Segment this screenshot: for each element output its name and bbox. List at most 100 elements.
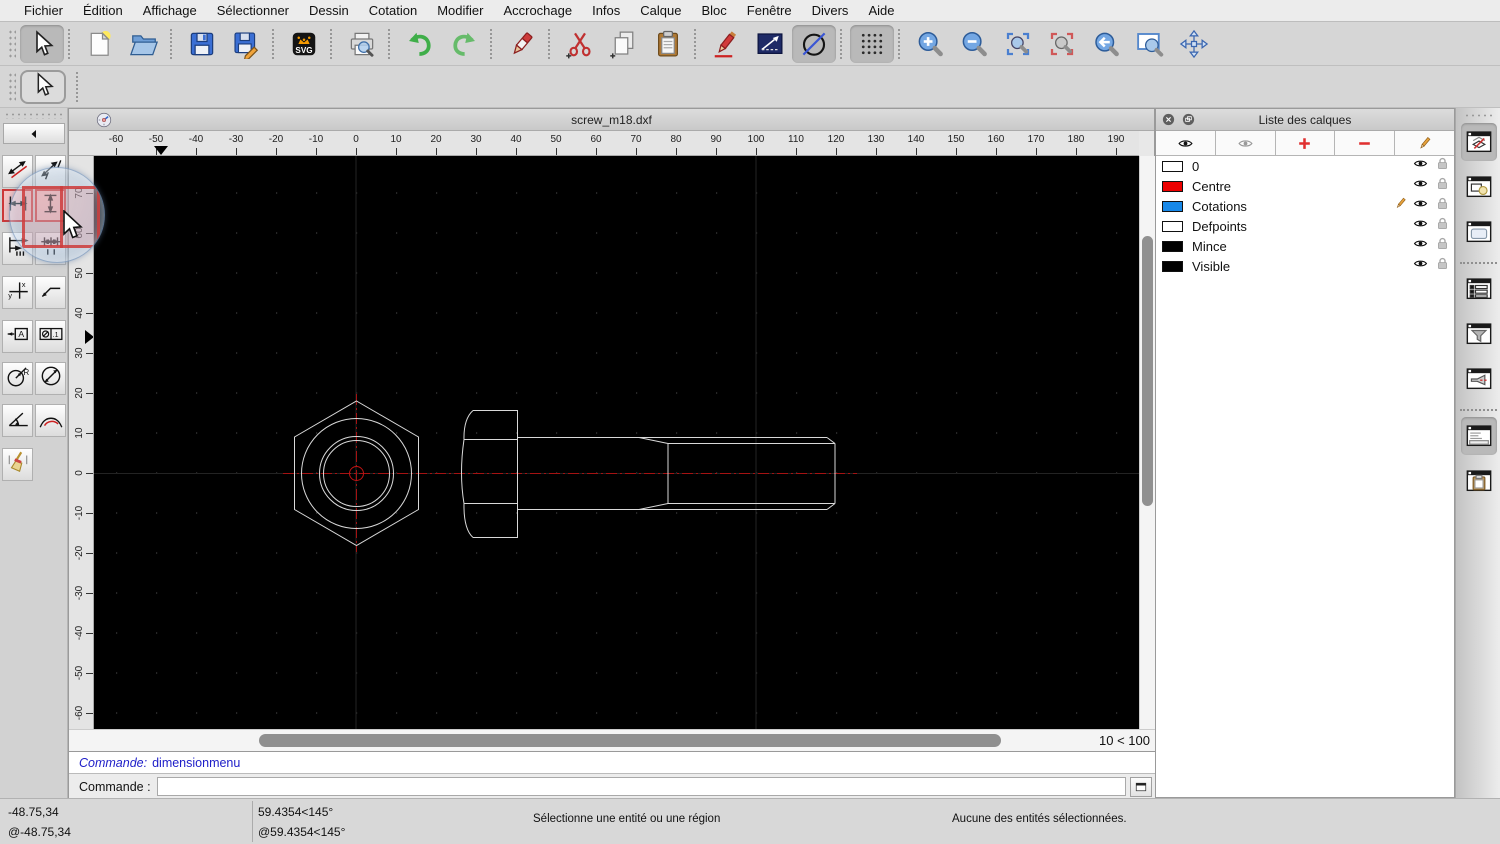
grid-toggle-button[interactable]: [850, 24, 894, 63]
drawing-canvas[interactable]: [94, 156, 1139, 729]
dim-radial-button[interactable]: R: [2, 362, 33, 395]
dock-drag-handle[interactable]: [4, 112, 62, 119]
menu-fichier[interactable]: Fichier: [14, 3, 73, 18]
select-tool-button[interactable]: [20, 70, 66, 104]
entity-list-panel-button[interactable]: [1461, 270, 1497, 308]
layer-visibility-eye-icon[interactable]: [1413, 256, 1428, 276]
layer-visibility-eye-icon[interactable]: [1413, 236, 1428, 256]
layer-visibility-eye-icon[interactable]: [1413, 156, 1428, 176]
command-line-panel-button[interactable]: [1461, 417, 1497, 455]
undo-button[interactable]: [398, 25, 442, 63]
draft-mode-button[interactable]: [792, 24, 836, 63]
zoom-out-button[interactable]: [952, 25, 996, 63]
cut-button[interactable]: [558, 25, 602, 63]
line-attributes-button[interactable]: [748, 25, 792, 63]
layer-visibility-eye-icon[interactable]: [1413, 196, 1428, 216]
layer-color-swatch[interactable]: [1162, 260, 1183, 272]
layer-row[interactable]: Defpoints: [1156, 216, 1454, 236]
menu-edition[interactable]: Édition: [73, 3, 133, 18]
layer-row[interactable]: Visible: [1156, 256, 1454, 276]
dim-arc-button[interactable]: [35, 404, 66, 437]
layer-list-panel-button[interactable]: [1461, 123, 1497, 161]
layer-lock-icon[interactable]: [1435, 176, 1450, 196]
layer-lock-icon[interactable]: [1435, 256, 1450, 276]
dim-diametric-button[interactable]: [35, 362, 66, 395]
layer-row[interactable]: Cotations: [1156, 196, 1454, 216]
menu-selectionner[interactable]: Sélectionner: [207, 3, 299, 18]
menu-calque[interactable]: Calque: [630, 3, 691, 18]
layer-lock-icon[interactable]: [1435, 196, 1450, 216]
zoom-window-button[interactable]: [1128, 25, 1172, 63]
layer-visibility-eye-icon[interactable]: [1413, 176, 1428, 196]
menu-aide[interactable]: Aide: [858, 3, 904, 18]
menu-cotation[interactable]: Cotation: [359, 3, 427, 18]
hide-all-layers-button[interactable]: [1216, 131, 1276, 155]
show-all-layers-button[interactable]: [1156, 131, 1216, 155]
dim-leader-button[interactable]: [35, 276, 66, 309]
line-attributes-icon: [755, 29, 785, 59]
drawing-window-titlebar[interactable]: screw_m18.dxf: [69, 109, 1154, 131]
back-button[interactable]: [3, 123, 65, 144]
layer-color-swatch[interactable]: [1162, 200, 1183, 212]
layer-row[interactable]: 0: [1156, 156, 1454, 176]
zoom-previous-button[interactable]: [1040, 25, 1084, 63]
dim-tolerance-button[interactable]: .1: [35, 320, 66, 353]
layer-lock-icon[interactable]: [1435, 156, 1450, 176]
layer-row[interactable]: Mince: [1156, 236, 1454, 256]
dim-label-button[interactable]: A: [2, 320, 33, 353]
dock-drag-handle[interactable]: [1464, 113, 1494, 119]
layer-color-swatch[interactable]: [1162, 240, 1183, 252]
selection-filter-panel-button[interactable]: [1461, 315, 1497, 353]
print-preview-button[interactable]: [340, 25, 384, 63]
zoom-auto-button[interactable]: [996, 25, 1040, 63]
paste-button[interactable]: [646, 25, 690, 63]
redo-button[interactable]: [442, 25, 486, 63]
notes-panel-button[interactable]: [1461, 462, 1497, 500]
horizontal-scrollbar[interactable]: [94, 730, 1089, 752]
layer-visibility-eye-icon[interactable]: [1413, 216, 1428, 236]
command-window-button[interactable]: [1130, 776, 1152, 797]
new-document-button[interactable]: [78, 25, 122, 63]
menu-infos[interactable]: Infos: [582, 3, 630, 18]
layer-lock-icon[interactable]: [1435, 236, 1450, 256]
save-as-button[interactable]: [224, 25, 268, 63]
pen-wizard-panel-button[interactable]: [1461, 360, 1497, 398]
pen-attributes-button[interactable]: [704, 25, 748, 63]
edit-layer-button[interactable]: [1395, 131, 1454, 155]
open-file-button[interactable]: [122, 25, 166, 63]
library-browser-panel-button[interactable]: [1461, 213, 1497, 251]
layer-color-swatch[interactable]: [1162, 160, 1183, 172]
toolbar-drag-handle[interactable]: [8, 72, 16, 102]
menu-accrochage[interactable]: Accrochage: [493, 3, 582, 18]
vertical-scrollbar-thumb[interactable]: [1142, 236, 1153, 506]
toolbar-separator: [388, 28, 393, 59]
menu-dessin[interactable]: Dessin: [299, 3, 359, 18]
layer-color-swatch[interactable]: [1162, 220, 1183, 232]
svg-export-button[interactable]: SVG: [282, 25, 326, 63]
horizontal-scrollbar-thumb[interactable]: [259, 734, 1001, 747]
dim-angular-button[interactable]: [2, 404, 33, 437]
menu-affichage[interactable]: Affichage: [133, 3, 207, 18]
zoom-back-button[interactable]: [1084, 25, 1128, 63]
menu-bloc[interactable]: Bloc: [691, 3, 736, 18]
zoom-pan-button[interactable]: [1172, 25, 1216, 63]
dim-ordinate-button[interactable]: xy: [2, 276, 33, 309]
vertical-scrollbar[interactable]: [1139, 156, 1155, 729]
copy-button[interactable]: [602, 25, 646, 63]
add-layer-button[interactable]: [1276, 131, 1336, 155]
delete-button[interactable]: [500, 25, 544, 63]
menu-divers[interactable]: Divers: [802, 3, 859, 18]
block-list-panel-button[interactable]: [1461, 168, 1497, 206]
remove-layer-button[interactable]: [1335, 131, 1396, 155]
toolbar-drag-handle[interactable]: [8, 28, 16, 59]
menu-fenetre[interactable]: Fenêtre: [737, 3, 802, 18]
dim-regenerate-button[interactable]: [2, 448, 33, 481]
menu-modifier[interactable]: Modifier: [427, 3, 493, 18]
select-arrow-button[interactable]: [20, 24, 64, 63]
layer-row[interactable]: Centre: [1156, 176, 1454, 196]
zoom-in-button[interactable]: [908, 25, 952, 63]
command-input[interactable]: [156, 777, 1126, 796]
layer-lock-icon[interactable]: [1435, 216, 1450, 236]
layer-color-swatch[interactable]: [1162, 180, 1183, 192]
save-button[interactable]: [180, 25, 224, 63]
